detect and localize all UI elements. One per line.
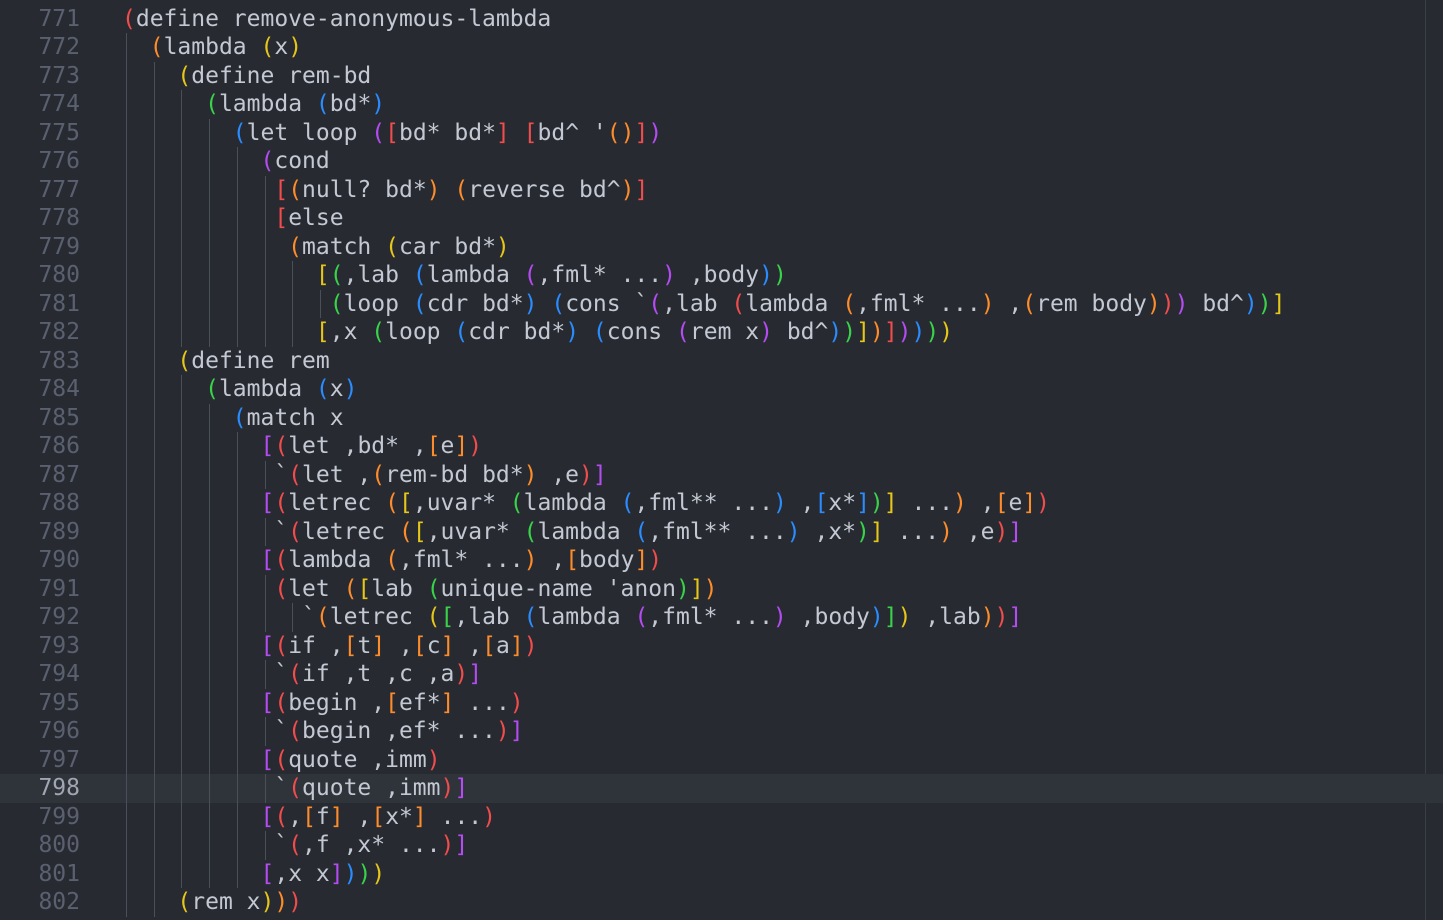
code-text: [(if ,[t] ,[c] ,[a]) [260, 632, 538, 659]
line-number: 771 [38, 5, 80, 32]
code-text: [(,[f] ,[x*] ...) [260, 803, 497, 830]
line-number: 797 [38, 746, 80, 773]
code-text: [(quote ,imm) [260, 746, 441, 773]
code-text: [(begin ,[ef*] ...) [260, 689, 524, 716]
line-number: 783 [38, 347, 80, 374]
code-line[interactable]: 789 `(letrec ([,uvar* (lambda (,fml** ..… [0, 517, 1443, 546]
code-line[interactable]: 788 [(letrec ([,uvar* (lambda (,fml** ..… [0, 489, 1443, 518]
code-text: [,x x]))) [260, 860, 386, 887]
code-line[interactable]: 787 `(let ,(rem-bd bd*) ,e)] [0, 460, 1443, 489]
code-text: [else [274, 205, 344, 231]
line-number: 795 [38, 689, 80, 716]
code-line[interactable]: 795 [(begin ,[ef*] ...) [0, 688, 1443, 717]
line-number: 801 [38, 860, 80, 887]
line-number: 802 [38, 889, 80, 915]
code-text: [(lambda (,fml* ...) ,[body]) [260, 547, 663, 573]
code-text: `(,f ,x* ...)] [122, 832, 469, 858]
code-line[interactable]: 784 (lambda (x) [0, 375, 1443, 404]
code-text: (cond [260, 148, 330, 174]
line-number: 793 [38, 632, 80, 659]
code-line[interactable]: 771 (define remove-anonymous-lambda [0, 5, 1443, 34]
code-line[interactable]: 775 (let loop ([bd* bd*] [bd^ '()]) [0, 118, 1443, 147]
line-number: 794 [38, 661, 80, 687]
code-line[interactable]: 772 (lambda (x) [0, 33, 1443, 62]
line-number: 778 [38, 205, 80, 231]
code-text: (lambda (x) [205, 376, 358, 402]
line-number: 796 [38, 718, 80, 744]
line-number: 787 [38, 461, 80, 488]
line-number: 790 [38, 547, 80, 573]
code-text: [(,lab (lambda (,fml* ...) ,body)) [315, 262, 787, 288]
code-line[interactable]: 782 [,x (loop (cdr bd*) (cons (rem x) bd… [0, 318, 1443, 347]
code-text: (lambda (x) [149, 34, 303, 60]
line-number: 775 [38, 119, 80, 146]
code-line[interactable]: 779 (match (car bd*) [0, 232, 1443, 261]
line-number: 799 [38, 803, 80, 830]
code-line[interactable]: 780 [(,lab (lambda (,fml* ...) ,body)) [0, 261, 1443, 290]
code-line[interactable]: 785 (match x [0, 403, 1443, 432]
code-text: [(null? bd*) (reverse bd^)] [274, 176, 649, 203]
code-text: (let loop ([bd* bd*] [bd^ '()]) [232, 119, 663, 146]
code-text: `(letrec ([,uvar* (lambda (,fml** ...) ,… [122, 518, 1023, 545]
code-line[interactable]: 774 (lambda (bd*) [0, 90, 1443, 119]
line-number: 788 [38, 490, 80, 516]
line-number: 772 [38, 34, 80, 60]
code-line[interactable]: 799 [(,[f] ,[x*] ...) [0, 802, 1443, 831]
code-text: `(if ,t ,c ,a)] [122, 661, 483, 687]
line-number: 789 [38, 518, 80, 545]
code-line[interactable]: 792 `(letrec ([,lab (lambda (,fml* ...) … [0, 603, 1443, 632]
line-number: 800 [38, 832, 80, 858]
code-text: (match x [232, 404, 344, 431]
code-line[interactable]: 790 [(lambda (,fml* ...) ,[body]) [0, 546, 1443, 575]
code-text: [(let ,bd* ,[e]) [260, 433, 483, 459]
line-number: 773 [38, 62, 80, 89]
line-number: 774 [38, 91, 80, 117]
code-text: `(quote ,imm)] [122, 775, 469, 801]
code-text: (loop (cdr bd*) (cons `(,lab (lambda (,f… [329, 290, 1286, 317]
code-text: (rem x))) [177, 889, 303, 915]
line-number: 782 [38, 319, 80, 345]
line-number: 792 [38, 604, 80, 630]
code-line[interactable]: 786 [(let ,bd* ,[e]) [0, 432, 1443, 461]
code-line[interactable]: 802 (rem x))) [0, 888, 1443, 917]
code-line[interactable]: 783 (define rem [0, 346, 1443, 375]
code-line[interactable]: 776 (cond [0, 147, 1443, 176]
line-number: 785 [38, 404, 80, 431]
line-number: 798 [38, 775, 80, 801]
code-line[interactable]: 794 `(if ,t ,c ,a)] [0, 660, 1443, 689]
code-text: (define remove-anonymous-lambda [122, 5, 552, 32]
line-number: 779 [38, 233, 80, 260]
code-text: (define rem-bd [177, 62, 372, 89]
code-line[interactable]: 798 `(quote ,imm)] [0, 774, 1443, 803]
code-text: `(begin ,ef* ...)] [122, 718, 524, 744]
line-number: 786 [38, 433, 80, 459]
code-line[interactable]: 781 (loop (cdr bd*) (cons `(,lab (lambda… [0, 289, 1443, 318]
code-text: [(letrec ([,uvar* (lambda (,fml** ...) ,… [260, 490, 1051, 516]
code-text: (lambda (bd*) [205, 91, 386, 117]
code-text: (define rem [177, 347, 330, 374]
code-line[interactable]: 800 `(,f ,x* ...)] [0, 831, 1443, 860]
code-text: (let ([lab (unique-name 'anon)]) [274, 575, 718, 602]
code-line[interactable]: 797 [(quote ,imm) [0, 745, 1443, 774]
code-line[interactable]: 778 [else [0, 204, 1443, 233]
code-line[interactable]: 801 [,x x]))) [0, 859, 1443, 888]
code-text: [,x (loop (cdr bd*) (cons (rem x) bd^))]… [315, 319, 954, 345]
code-text: (match (car bd*) [288, 233, 510, 260]
code-line[interactable]: 777 [(null? bd*) (reverse bd^)] [0, 175, 1443, 204]
code-line[interactable]: 773 (define rem-bd [0, 61, 1443, 90]
code-text: `(let ,(rem-bd bd*) ,e)] [122, 461, 607, 488]
code-line[interactable]: 796 `(begin ,ef* ...)] [0, 717, 1443, 746]
code-line[interactable]: 791 (let ([lab (unique-name 'anon)]) [0, 574, 1443, 603]
code-line[interactable]: 793 [(if ,[t] ,[c] ,[a]) [0, 631, 1443, 660]
line-number: 776 [38, 148, 80, 174]
line-number: 780 [38, 262, 80, 288]
code-text: `(letrec ([,lab (lambda (,fml* ...) ,bod… [122, 604, 1023, 630]
line-number: 784 [38, 376, 80, 402]
code-editor[interactable]: 771 (define remove-anonymous-lambda 772 (l… [0, 0, 1443, 920]
line-number: 777 [38, 176, 80, 203]
line-number: 791 [38, 575, 80, 602]
line-number: 781 [38, 290, 80, 317]
